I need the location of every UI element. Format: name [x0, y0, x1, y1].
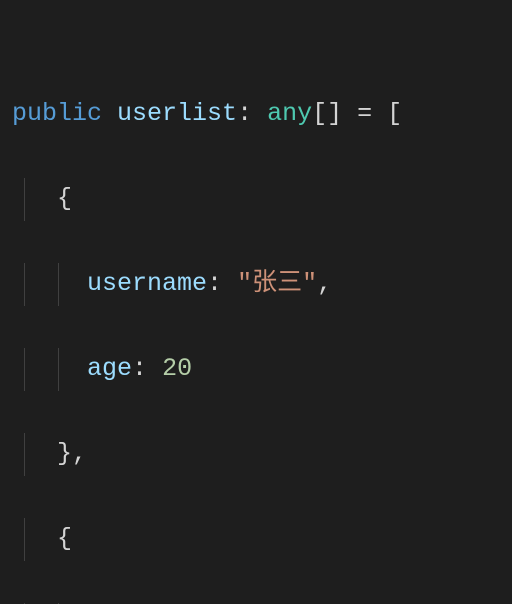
indent-guide: [24, 518, 25, 561]
array-brackets: []: [312, 99, 342, 128]
string-user1-name: "张三": [237, 269, 317, 298]
property-age: age: [87, 354, 132, 383]
indent-guide: [58, 263, 59, 306]
open-brace: {: [57, 184, 72, 213]
keyword-public: public: [12, 99, 102, 128]
code-line[interactable]: public userlist: any[] = [: [12, 93, 512, 136]
indent-guide: [58, 348, 59, 391]
colon: :: [132, 354, 147, 383]
indent-guide: [24, 263, 25, 306]
identifier-userlist: userlist: [117, 99, 237, 128]
indent-guide: [24, 348, 25, 391]
code-line[interactable]: },: [12, 433, 512, 476]
indent-guide: [24, 178, 25, 221]
indent-guide: [24, 433, 25, 476]
type-any: any: [267, 99, 312, 128]
colon: :: [237, 99, 252, 128]
colon: :: [207, 269, 222, 298]
open-square-bracket: [: [387, 99, 402, 128]
open-brace: {: [57, 524, 72, 553]
comma: ,: [317, 269, 332, 298]
code-line[interactable]: age: 20: [12, 348, 512, 391]
comma: ,: [72, 439, 87, 468]
property-username: username: [87, 269, 207, 298]
code-line[interactable]: {: [12, 178, 512, 221]
code-line[interactable]: {: [12, 518, 512, 561]
code-line[interactable]: username: "张三",: [12, 263, 512, 306]
code-editor[interactable]: public userlist: any[] = [ { username: "…: [0, 0, 512, 604]
close-brace: }: [57, 439, 72, 468]
equals: =: [357, 99, 372, 128]
number-user1-age: 20: [162, 354, 192, 383]
